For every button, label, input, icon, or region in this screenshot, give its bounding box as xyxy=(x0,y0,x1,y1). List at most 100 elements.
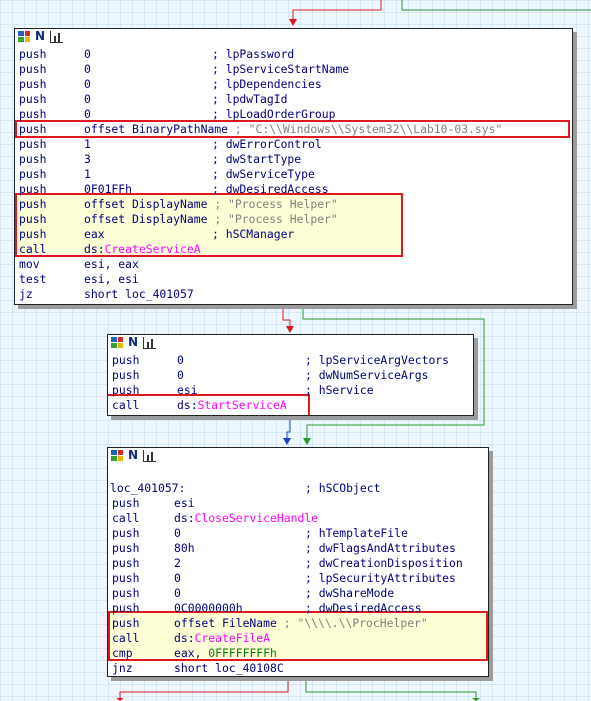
instruction-operand: esi xyxy=(177,383,198,398)
instruction-operand: esi, esi xyxy=(84,272,139,287)
operand-text: 0 xyxy=(174,526,181,540)
code-block-create-file[interactable]: N loc_401057:; hSCObject push esi call ds:Cl… xyxy=(107,447,489,677)
instruction-comment: ; dwDesiredAccess xyxy=(305,601,422,615)
node-name-icon[interactable]: N xyxy=(128,449,140,461)
instruction-line[interactable]: push 0 ; lpSecurityAttributes xyxy=(110,571,488,586)
instruction-operand: 0 xyxy=(84,47,91,62)
graph-overview-icon[interactable] xyxy=(18,31,30,42)
instruction-line[interactable]: push 0 ; lpServiceStartName xyxy=(17,62,572,77)
api-function-name[interactable]: CreateFileA xyxy=(195,631,270,645)
instruction-line[interactable]: mov esi, eax xyxy=(17,257,572,272)
instruction-line[interactable]: push 0 ; lpDependencies xyxy=(17,77,572,92)
instruction-line[interactable]: call ds:StartServiceA xyxy=(110,398,473,413)
instruction-operand: short loc_40108C xyxy=(174,661,284,676)
string-comment: ; "C:\\Windows\\System32\\Lab10-03.sys" xyxy=(234,122,503,136)
instruction-mnemonic: call xyxy=(112,511,140,525)
instruction-comment: ; hService xyxy=(305,383,374,397)
graph-overview-icon[interactable] xyxy=(111,450,123,461)
operand-text: short loc_401057 xyxy=(84,287,194,301)
instruction-operand: 0 xyxy=(174,571,181,586)
instruction-line[interactable]: push 3 ; dwStartType xyxy=(17,152,572,167)
api-function-name[interactable]: CloseServiceHandle xyxy=(195,511,318,525)
instruction-operand: ds:CloseServiceHandle xyxy=(174,511,318,526)
location-label[interactable]: loc_401057: xyxy=(110,481,185,496)
instruction-line[interactable]: call ds:CreateServiceA xyxy=(17,242,572,257)
instruction-line[interactable]: push 0 ; lpPassword xyxy=(17,47,572,62)
operand-text: offset DisplayName xyxy=(84,197,208,211)
instruction-operand: offset BinaryPathName xyxy=(84,122,228,137)
instruction-line[interactable]: push eax ; hSCManager xyxy=(17,227,572,242)
instruction-mnemonic: push xyxy=(19,62,47,76)
instruction-line[interactable]: push 0 ; hTemplateFile xyxy=(110,526,488,541)
instruction-operand: 1 xyxy=(84,137,91,152)
instruction-line[interactable]: call ds:CloseServiceHandle xyxy=(110,511,488,526)
instruction-line[interactable]: cmp eax, 0FFFFFFFFh xyxy=(110,646,488,661)
instruction-line[interactable]: call ds:CreateFileA xyxy=(110,631,488,646)
instruction-line[interactable]: push offset DisplayName ; "Process Helper" xyxy=(17,197,572,212)
operand-text: 2 xyxy=(174,556,181,570)
instruction-operand: 0 xyxy=(84,62,91,77)
instruction-line[interactable]: push esi ; hService xyxy=(110,383,473,398)
instruction-line[interactable]: push offset FileName ; "\\\\.\\ProcHelper" xyxy=(110,616,488,631)
node-stats-icon[interactable] xyxy=(143,337,156,349)
node-name-icon[interactable]: N xyxy=(35,30,47,42)
api-function-name[interactable]: StartServiceA xyxy=(198,398,287,412)
operand-text: esi xyxy=(174,496,195,510)
instruction-line[interactable]: push 0C0000000h ; dwDesiredAccess xyxy=(110,601,488,616)
instruction-line[interactable]: push 0 ; lpLoadOrderGroup xyxy=(17,107,572,122)
code-block-create-service[interactable]: N push 0 ; lpPassword push 0 ; lpServiceStart… xyxy=(14,28,573,305)
instruction-comment: ; hSCObject xyxy=(305,481,381,495)
instruction-comment: ; dwFlagsAndAttributes xyxy=(305,541,456,555)
instruction-line[interactable]: push 0 ; lpdwTagId xyxy=(17,92,572,107)
instruction-line[interactable]: jnz short loc_40108C xyxy=(110,661,488,676)
node-stats-icon[interactable] xyxy=(50,31,63,43)
instruction-operand: offset FileName xyxy=(174,616,277,631)
edge-into-block1 xyxy=(289,0,591,26)
operand-text: ds: xyxy=(174,631,195,645)
instruction-comment: ; lpPassword xyxy=(212,47,295,61)
instruction-operand: offset DisplayName xyxy=(84,197,207,212)
operand-text: ds: xyxy=(84,242,105,256)
instruction-line[interactable]: push 0 ; lpServiceArgVectors xyxy=(110,353,473,368)
operand-text: esi, esi xyxy=(84,272,139,286)
graph-overview-icon[interactable] xyxy=(111,337,123,348)
code-label-line[interactable]: loc_401057: ; hSCObject xyxy=(110,481,480,496)
instruction-line[interactable]: push 80h ; dwFlagsAndAttributes xyxy=(110,541,488,556)
edge-block1-to-block2 xyxy=(282,303,294,333)
instruction-line[interactable]: jz short loc_401057 xyxy=(17,287,572,302)
code-block-start-service[interactable]: N push 0 ; lpServiceArgVectors push 0 ; dwNum… xyxy=(107,334,474,416)
instruction-line[interactable]: push 0 ; dwShareMode xyxy=(110,586,488,601)
operand-text: eax, xyxy=(174,646,209,660)
instruction-line[interactable]: push offset DisplayName ; "Process Helper" xyxy=(17,212,572,227)
instruction-operand: 0C0000000h xyxy=(174,601,243,616)
instruction-mnemonic: push xyxy=(19,137,47,151)
instruction-mnemonic: mov xyxy=(19,257,40,271)
node-name-icon[interactable]: N xyxy=(128,336,140,348)
instruction-comment: ; lpServiceStartName xyxy=(212,62,350,76)
node-stats-icon[interactable] xyxy=(143,450,156,462)
instruction-line[interactable]: push 1 ; dwErrorControl xyxy=(17,137,572,152)
instruction-line[interactable]: push 2 ; dwCreationDisposition xyxy=(110,556,488,571)
instruction-operand: 3 xyxy=(84,152,91,167)
instruction-operand: esi xyxy=(174,496,195,511)
instruction-line[interactable]: push offset BinaryPathName ; "C:\\Windows\… xyxy=(17,122,572,137)
instruction-line[interactable]: test esi, esi xyxy=(17,272,572,287)
node-header: N xyxy=(15,29,572,44)
instruction-line[interactable]: push 1 ; dwServiceType xyxy=(17,167,572,182)
instruction-comment: ; dwNumServiceArgs xyxy=(305,368,429,382)
instruction-operand: 80h xyxy=(174,541,195,556)
instruction-comment: ; lpDependencies xyxy=(212,77,322,91)
operand-text: 1 xyxy=(84,167,91,181)
api-function-name[interactable]: CreateServiceA xyxy=(105,242,201,256)
instruction-line[interactable]: push 0F01FFh ; dwDesiredAccess xyxy=(17,182,572,197)
instruction-comment: ; dwCreationDisposition xyxy=(305,556,463,570)
instruction-line[interactable]: push 0 ; dwNumServiceArgs xyxy=(110,368,473,383)
instruction-line[interactable]: push esi xyxy=(110,496,488,511)
instruction-operand: 1 xyxy=(84,167,91,182)
instruction-comment: ; hTemplateFile xyxy=(305,526,408,540)
operand-text: 80h xyxy=(174,541,195,555)
operand-text: ds: xyxy=(174,511,195,525)
instruction-comment: ; dwShareMode xyxy=(305,586,395,600)
numeric-constant: 0FFFFFFFFh xyxy=(208,646,277,660)
instruction-mnemonic: push xyxy=(19,182,47,196)
